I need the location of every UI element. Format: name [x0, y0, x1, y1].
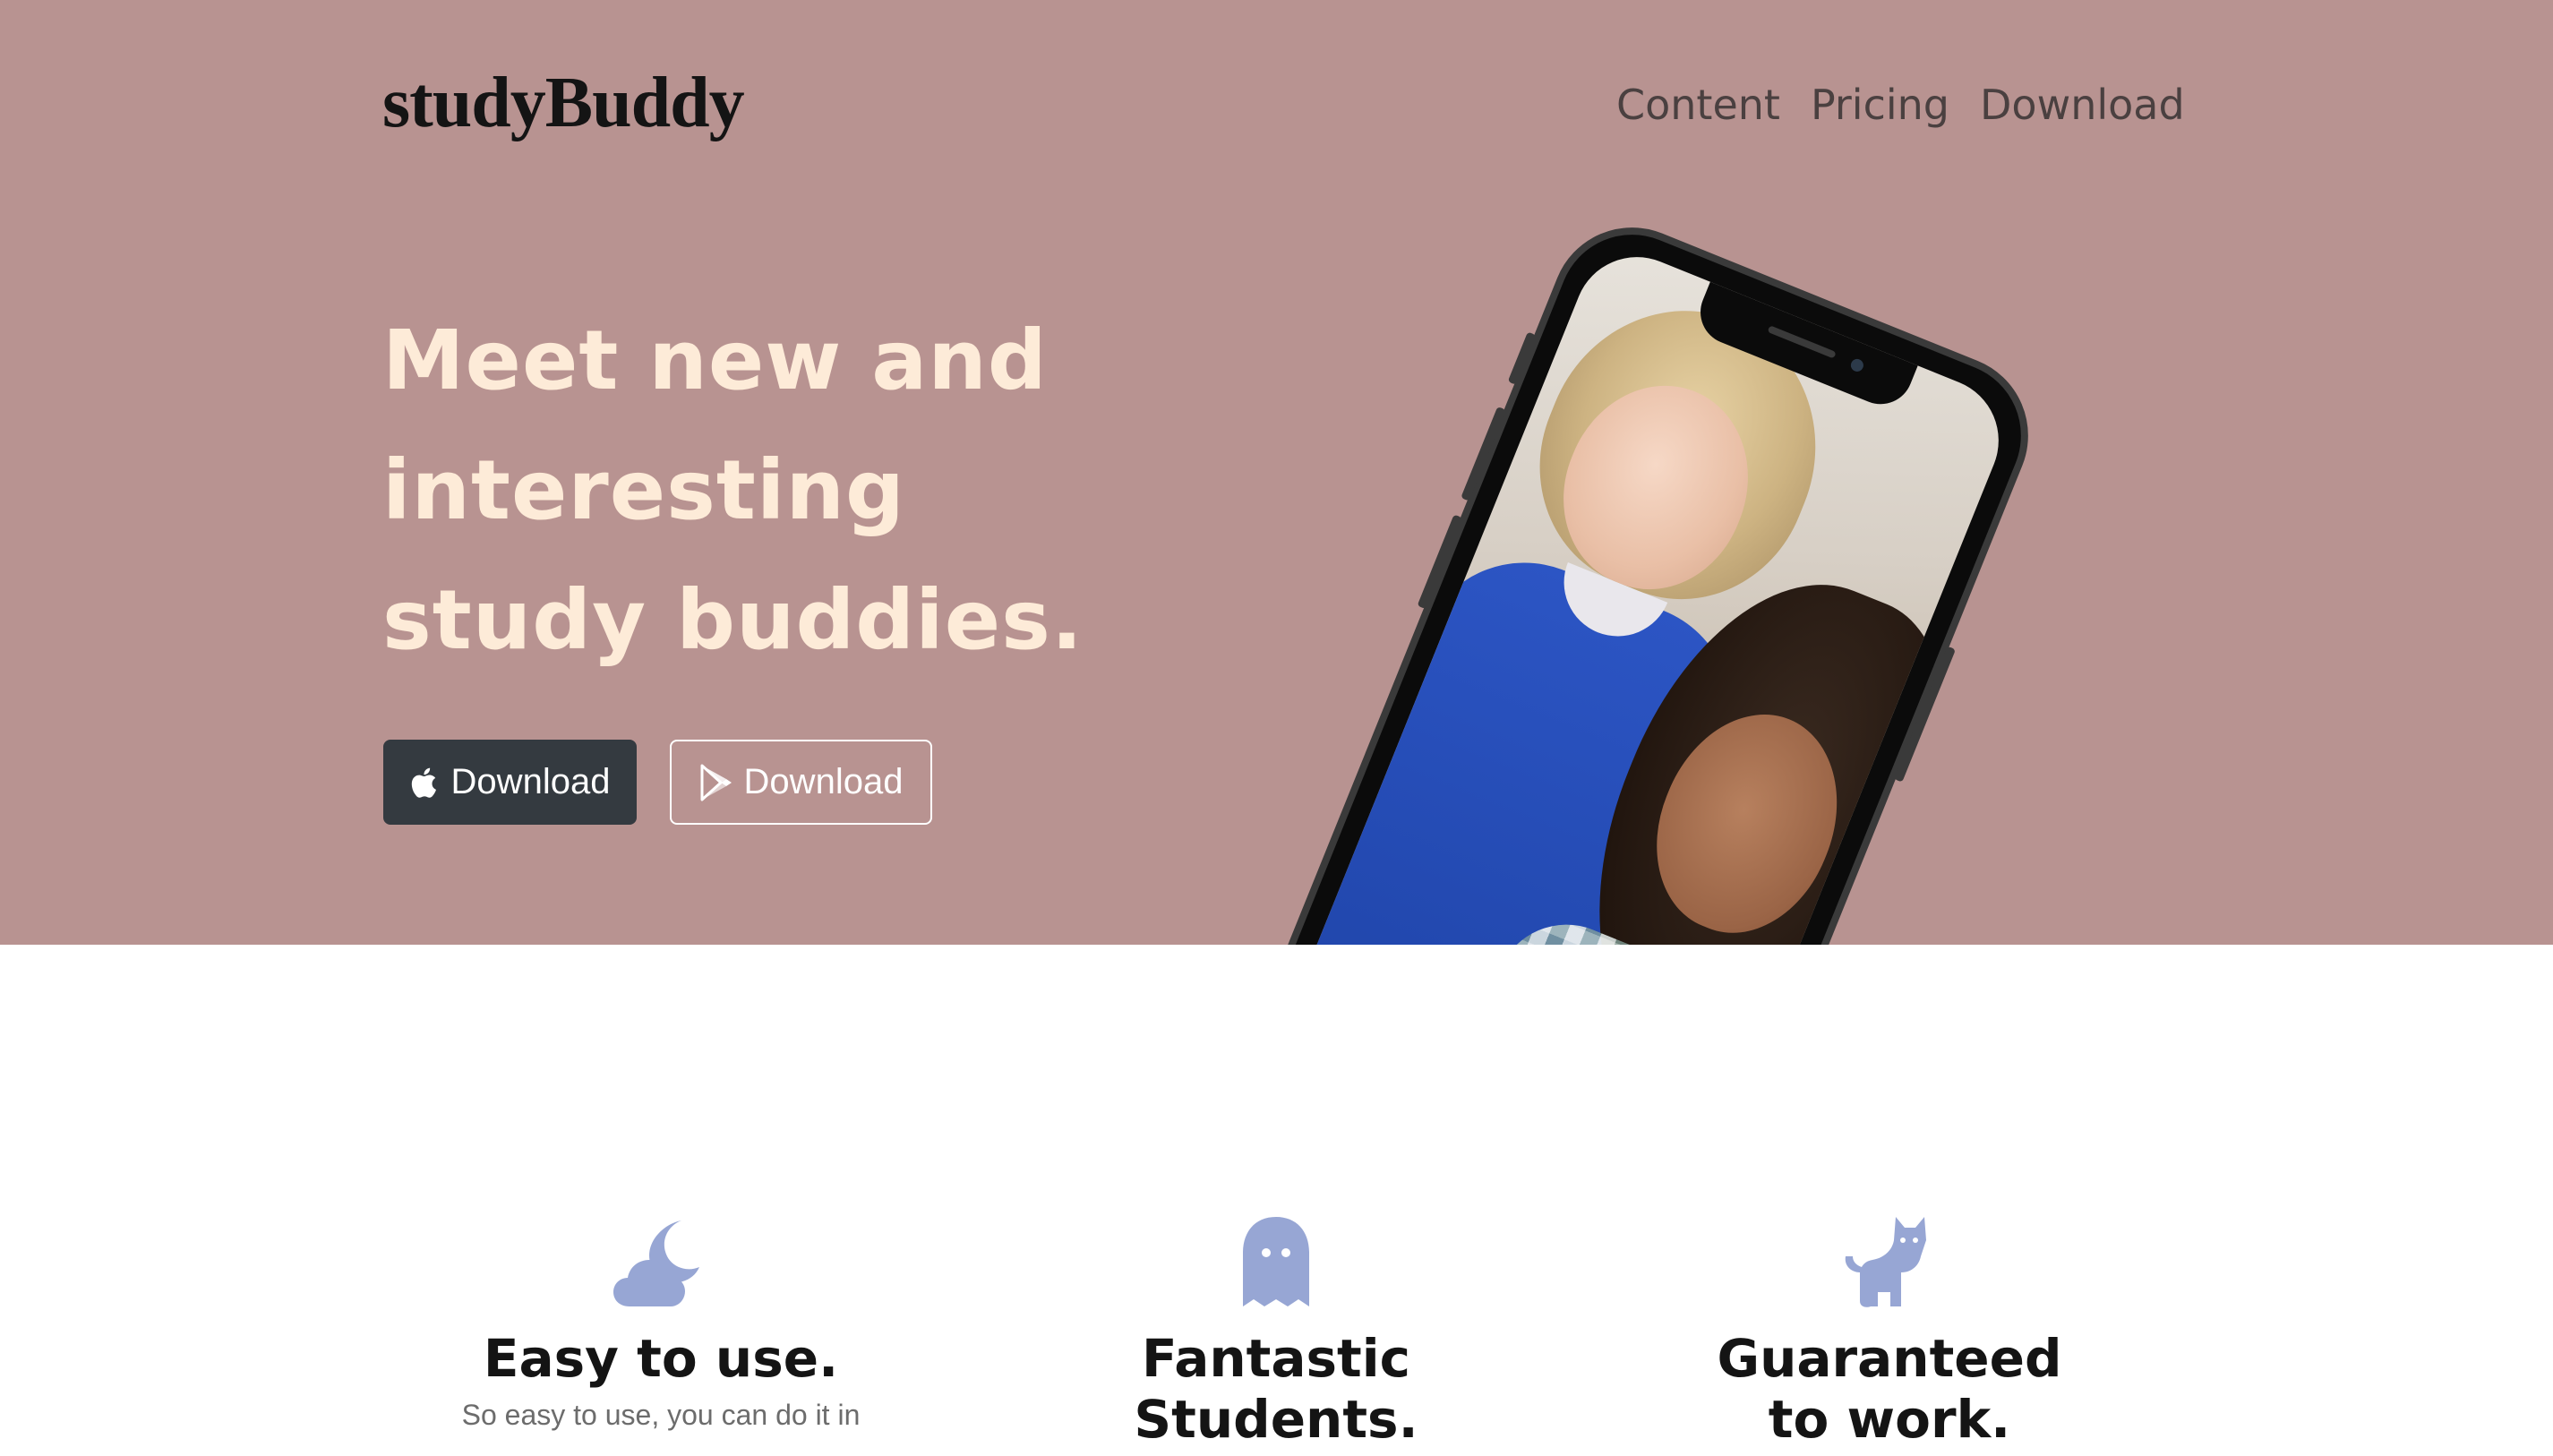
feature-title: Easy to use.	[483, 1328, 839, 1389]
feature-fantastic-students: Fantastic Students.	[998, 1213, 1554, 1450]
feature-title: Guaranteed to work.	[1717, 1328, 2062, 1450]
brand-logo[interactable]: studyBuddy	[382, 54, 745, 152]
phone-volume-down	[1417, 514, 1463, 610]
phone-speaker	[1767, 325, 1837, 359]
hero-headline: Meet new and interesting study buddies.	[382, 313, 1084, 668]
phone-side-button	[1507, 331, 1537, 385]
features-section: Easy to use. So easy to use, you can do …	[0, 945, 2553, 1456]
phone-volume-up	[1461, 406, 1506, 501]
feature-easy-to-use: Easy to use. So easy to use, you can do …	[383, 1213, 938, 1434]
cat-icon	[1845, 1217, 1926, 1307]
phone-mockup	[1212, 202, 2176, 945]
apple-download-button[interactable]: Download	[383, 740, 637, 825]
play-store-download-button[interactable]: Download	[670, 740, 932, 825]
google-play-icon	[700, 764, 732, 801]
ghost-icon	[1243, 1217, 1309, 1306]
nav-link-pricing[interactable]: Pricing	[1811, 72, 1949, 138]
phone-camera	[1848, 356, 1866, 374]
apple-download-label: Download	[450, 762, 611, 801]
phone-icon	[1212, 202, 2052, 945]
play-download-label: Download	[743, 762, 904, 801]
feature-text: So easy to use, you can do it in	[461, 1399, 861, 1431]
apple-icon	[411, 767, 436, 798]
cloud-moon-icon	[613, 1220, 699, 1306]
phone-screen-photo	[1247, 238, 2018, 945]
feature-guaranteed: Guaranteed to work.	[1612, 1213, 2167, 1450]
nav-link-download[interactable]: Download	[1980, 72, 2185, 138]
top-nav: Content Pricing Download	[1616, 72, 2185, 138]
hero-section: studyBuddy Content Pricing Download Meet…	[0, 0, 2553, 945]
feature-title: Fantastic Students.	[1134, 1328, 1418, 1450]
nav-link-content[interactable]: Content	[1616, 72, 1780, 138]
